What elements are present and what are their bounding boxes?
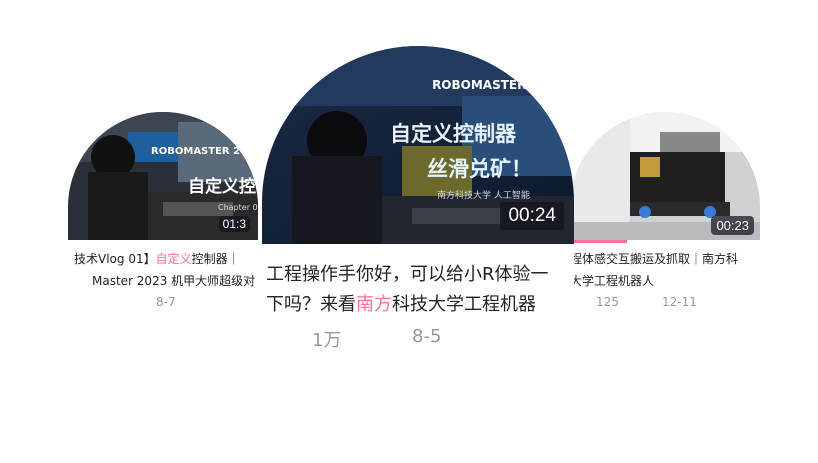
svg-text:ROBOMASTER 2023: ROBOMASTER 2023 <box>432 78 564 92</box>
view-count: 125 <box>596 295 619 309</box>
video-title-line1[interactable]: 程体感交互搬运及抓取｜南方科 <box>570 250 738 267</box>
video-card-left[interactable]: ROBOMASTER 2023 自定义控制器 Chapter 01 01:3 技… <box>68 112 258 312</box>
watch-progress-bar <box>570 240 627 243</box>
duration-badge: 00:23 <box>711 216 754 235</box>
video-card-right[interactable]: 00:23 程体感交互搬运及抓取｜南方科 大学工程机器人 125 12-11 <box>570 112 760 312</box>
svg-text:自定义控制器: 自定义控制器 <box>390 122 517 146</box>
svg-text:Chapter 01: Chapter 01 <box>218 203 258 212</box>
video-thumbnail[interactable]: ROBOMASTER 2023 自定义控制器 Chapter 01 01:3 <box>68 112 258 240</box>
video-title-line2[interactable]: 下吗？来看南方科技大学工程机器 <box>266 290 536 316</box>
view-count: 1万 <box>312 330 342 351</box>
video-title-line2[interactable]: Master 2023 机甲大师超级对 <box>92 272 255 289</box>
svg-text:自定义控制器: 自定义控制器 <box>188 176 258 197</box>
publish-date: 8-7 <box>156 295 176 309</box>
video-thumbnail[interactable]: 00:23 <box>570 112 760 240</box>
video-card-center[interactable]: ROBOMASTER 2023 自定义控制器 丝滑兑矿！ 南方科技大学 人工智能… <box>262 46 574 356</box>
publish-date: 8-5 <box>412 326 442 347</box>
video-title-line1[interactable]: 工程操作手你好，可以给小R体验一 <box>266 260 549 286</box>
video-title-line2[interactable]: 大学工程机器人 <box>570 272 654 289</box>
publish-date: 12-11 <box>662 295 697 309</box>
video-title-line1[interactable]: 技术Vlog 01】自定义控制器｜ <box>74 250 240 267</box>
video-thumbnail[interactable]: ROBOMASTER 2023 自定义控制器 丝滑兑矿！ 南方科技大学 人工智能… <box>262 46 574 244</box>
svg-text:南方科技大学 人工智能: 南方科技大学 人工智能 <box>437 189 530 201</box>
duration-badge: 01:3 <box>218 216 250 232</box>
svg-text:ROBOMASTER 2023: ROBOMASTER 2023 <box>151 146 258 157</box>
svg-text:丝滑兑矿！: 丝滑兑矿！ <box>427 157 532 181</box>
duration-badge: 00:24 <box>500 202 564 230</box>
